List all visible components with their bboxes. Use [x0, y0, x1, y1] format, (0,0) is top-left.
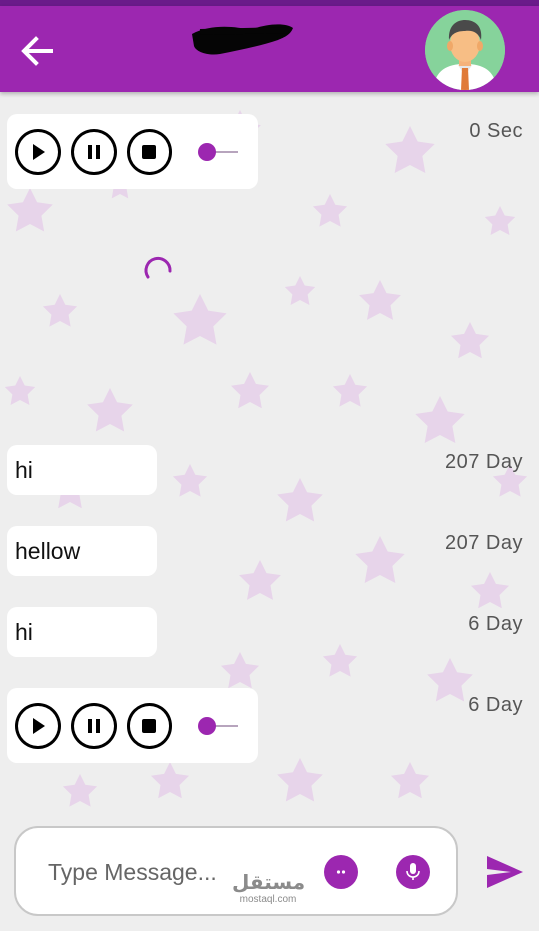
text-message: hellow	[7, 526, 157, 576]
back-button[interactable]	[14, 28, 60, 74]
microphone-icon	[406, 863, 420, 880]
pause-button[interactable]	[70, 702, 117, 749]
play-button[interactable]	[15, 702, 61, 749]
emoji-icon	[336, 870, 346, 874]
text-message: hi	[7, 607, 157, 657]
watermark-latin: mostaql.com	[239, 894, 297, 905]
stop-icon	[142, 718, 157, 733]
avatar[interactable]	[425, 10, 505, 90]
message-time: 6 Day	[468, 613, 523, 635]
text-message: hi	[7, 445, 157, 495]
pause-button[interactable]	[70, 128, 117, 175]
message-time: 0 Sec	[469, 120, 523, 142]
microphone-button[interactable]	[396, 855, 430, 889]
send-button[interactable]	[484, 852, 526, 892]
stop-icon	[142, 144, 157, 159]
play-icon	[32, 143, 45, 160]
audio-seek-slider[interactable]	[198, 716, 258, 736]
audio-seek-slider[interactable]	[198, 142, 258, 162]
contact-name	[190, 20, 295, 56]
watermark: مستقل mostaql.com	[232, 872, 306, 914]
redaction-mark	[192, 24, 293, 55]
stop-button[interactable]	[126, 128, 173, 175]
message-time: 207 Day	[445, 532, 523, 554]
slider-thumb[interactable]	[198, 142, 217, 161]
user-avatar-icon	[425, 10, 505, 90]
chat-list[interactable]: 0 Sec hi 207 Day hellow 207 Day hi 6 Day…	[0, 92, 539, 812]
send-icon	[487, 856, 523, 888]
message-time: 6 Day	[468, 694, 523, 716]
arrow-left-icon	[21, 36, 53, 66]
play-button[interactable]	[15, 128, 61, 175]
stop-button[interactable]	[126, 702, 173, 749]
audio-message	[7, 688, 258, 763]
message-time: 207 Day	[445, 451, 523, 473]
play-icon	[32, 717, 45, 734]
app-bar	[0, 6, 539, 92]
pause-icon	[87, 718, 100, 733]
watermark-arabic: مستقل	[232, 872, 306, 894]
audio-message	[7, 114, 258, 189]
slider-thumb[interactable]	[198, 716, 217, 735]
pause-icon	[87, 144, 100, 159]
loading-spinner	[144, 256, 172, 279]
emoji-button[interactable]	[324, 855, 358, 889]
